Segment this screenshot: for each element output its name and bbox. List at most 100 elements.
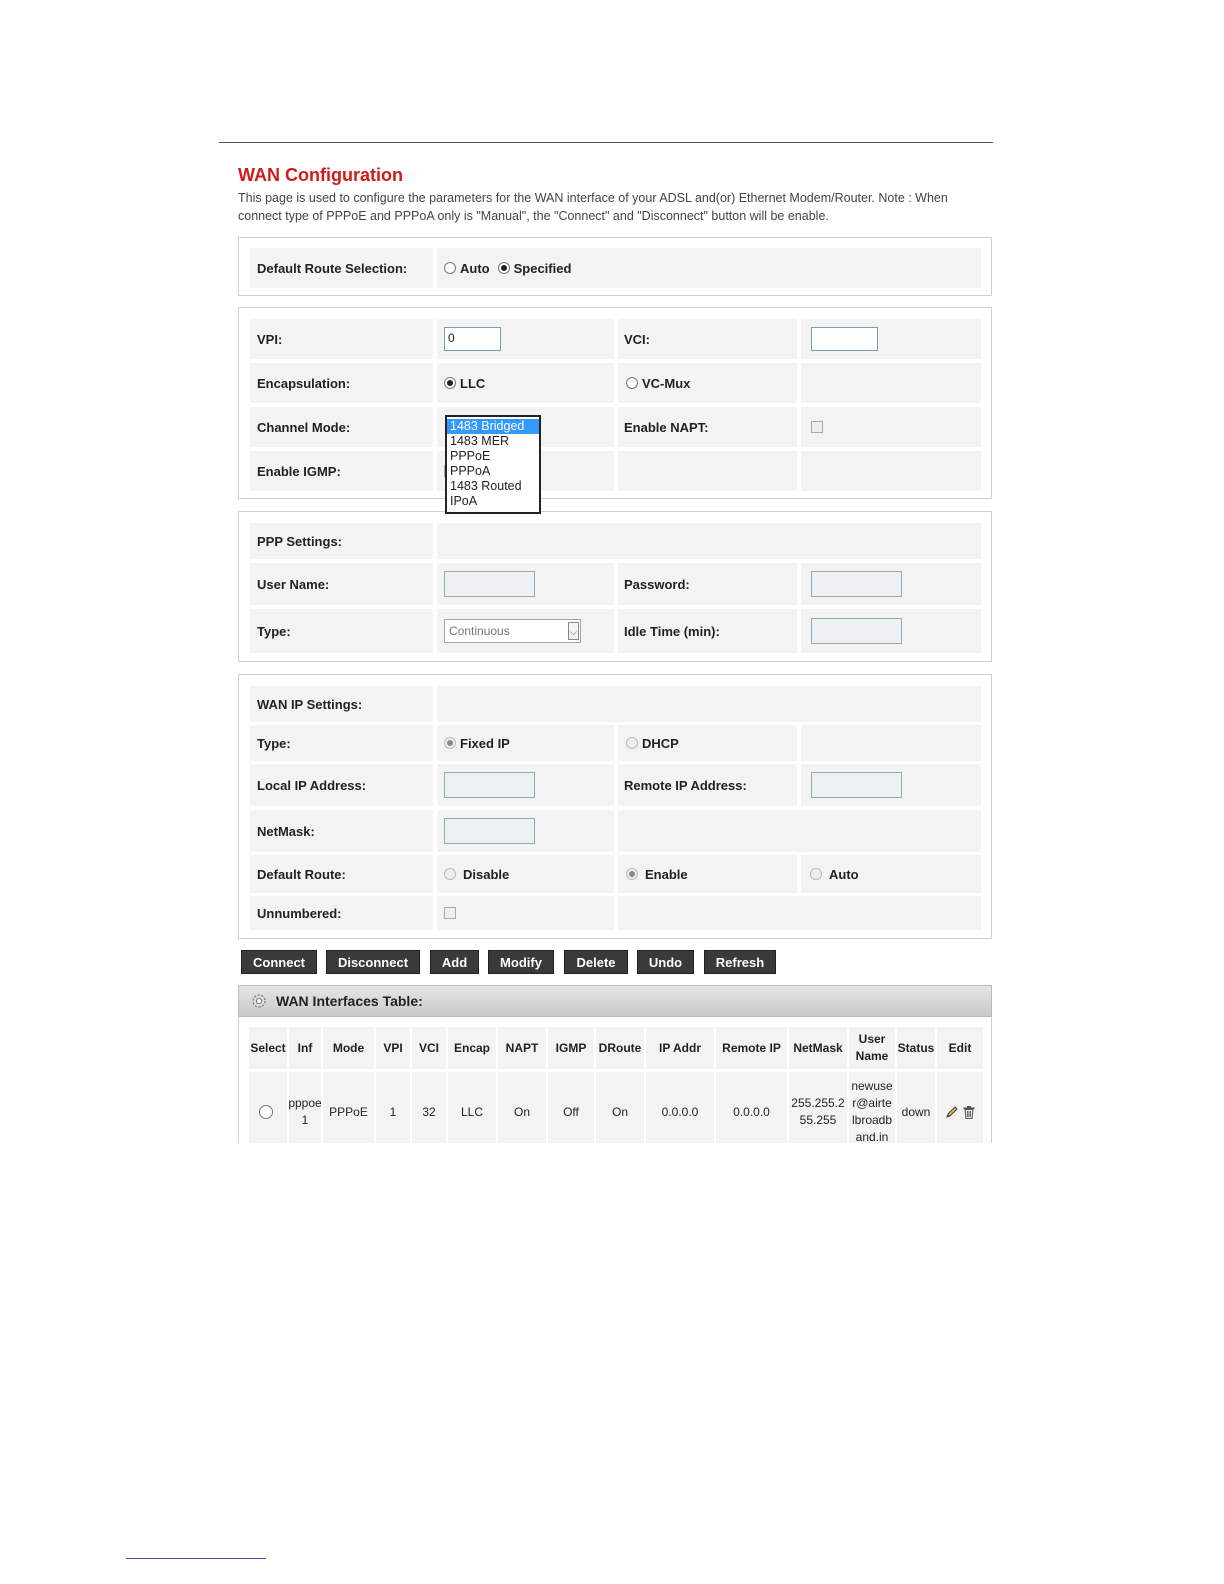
channel-mode-option[interactable]: PPPoA	[447, 464, 539, 479]
droute-enable-radio[interactable]	[626, 868, 638, 880]
table-cell: 0.0.0.0	[716, 1072, 787, 1143]
pencil-icon[interactable]	[945, 1105, 959, 1119]
droute-enable-label: Enable	[645, 866, 688, 882]
column-header: IGMP	[548, 1027, 594, 1069]
table-cell: Off	[548, 1072, 594, 1143]
default-route-label: Default Route:	[257, 866, 346, 882]
remote-ip-input[interactable]	[811, 772, 902, 798]
add-button[interactable]: Add	[430, 950, 479, 974]
channel-mode-dropdown[interactable]: 1483 Bridged 1483 MER PPPoE PPPoA 1483 R…	[445, 415, 541, 514]
default-route-specified-label: Specified	[513, 260, 572, 276]
ppp-username-label: User Name:	[257, 576, 330, 592]
wanip-type-row: Type: Fixed IP DHCP	[250, 725, 981, 761]
channel-panel: VPI: 0 VCI: Encapsulation: LLC VC-Mux Ch…	[238, 307, 992, 499]
chevron-down-icon: ⌵	[568, 622, 579, 640]
wanip-fixed-label: Fixed IP	[460, 735, 510, 751]
row-select-radio[interactable]	[259, 1105, 273, 1119]
enable-napt-checkbox[interactable]	[811, 421, 823, 433]
ppp-type-row: Type: Continuous ⌵ Idle Time (min):	[250, 609, 981, 653]
encap-llc-label: LLC	[460, 375, 486, 391]
enable-igmp-label: Enable IGMP:	[257, 463, 341, 479]
table-cell: PPPoE	[323, 1072, 374, 1143]
netmask-input[interactable]	[444, 818, 535, 844]
default-route-auto-radio[interactable]	[444, 262, 456, 274]
droute-disable-radio[interactable]	[444, 868, 456, 880]
encap-llc-radio[interactable]	[444, 377, 456, 389]
encap-vcmux-radio[interactable]	[626, 377, 638, 389]
ppp-type-value: Continuous	[449, 624, 510, 638]
droute-auto-radio[interactable]	[810, 868, 822, 880]
column-header: Inf	[289, 1027, 321, 1069]
idle-time-label: Idle Time (min):	[624, 623, 720, 639]
remote-ip-label: Remote IP Address:	[624, 777, 747, 793]
column-header: Mode	[323, 1027, 374, 1069]
ppp-password-input[interactable]	[811, 571, 902, 597]
channel-mode-label: Channel Mode:	[257, 419, 351, 435]
column-header: VCI	[412, 1027, 446, 1069]
wan-interfaces-table: Select Inf Mode VPI VCI Encap NAPT IGMP …	[238, 1017, 992, 1143]
netmask-row: NetMask:	[250, 810, 981, 852]
default-route-row: Default Route: Disable Enable Auto	[250, 855, 981, 893]
local-ip-label: Local IP Address:	[257, 777, 367, 793]
column-header: IP Addr	[646, 1027, 714, 1069]
connect-button[interactable]: Connect	[241, 950, 317, 974]
channel-mode-option[interactable]: 1483 Bridged	[447, 419, 539, 434]
table-cell: down	[897, 1072, 935, 1143]
refresh-button[interactable]: Refresh	[704, 950, 776, 974]
column-header: Edit	[937, 1027, 983, 1069]
wanip-section-label: WAN IP Settings:	[257, 696, 363, 712]
droute-auto-label: Auto	[829, 866, 859, 882]
channel-mode-row: Channel Mode: Enable NAPT:	[250, 407, 981, 447]
trash-icon[interactable]	[962, 1105, 976, 1120]
unnumbered-checkbox[interactable]	[444, 907, 456, 919]
column-header: Select	[249, 1027, 287, 1069]
wan-interfaces-table-title: WAN Interfaces Table:	[276, 993, 423, 1009]
ppp-type-label: Type:	[257, 623, 291, 639]
vpi-label: VPI:	[257, 331, 283, 347]
wan-configuration-page: WAN Configuration This page is used to c…	[219, 142, 993, 1143]
ppp-section-label: PPP Settings:	[257, 533, 343, 549]
delete-button[interactable]: Delete	[564, 950, 628, 974]
table-cell: On	[596, 1072, 644, 1143]
local-ip-input[interactable]	[444, 772, 535, 798]
modify-button[interactable]: Modify	[488, 950, 554, 974]
default-route-specified-radio[interactable]	[497, 262, 510, 274]
table-cell: 0.0.0.0	[646, 1072, 714, 1143]
ppp-type-select[interactable]: Continuous ⌵	[444, 619, 581, 643]
encapsulation-label: Encapsulation:	[257, 375, 351, 391]
vci-input[interactable]	[811, 327, 878, 351]
wan-interfaces-table-header: WAN Interfaces Table:	[238, 985, 992, 1017]
wanip-fixed-radio[interactable]	[444, 737, 456, 749]
undo-button[interactable]: Undo	[637, 950, 694, 974]
channel-mode-option[interactable]: PPPoE	[447, 449, 539, 464]
disconnect-button[interactable]: Disconnect	[326, 950, 420, 974]
vci-label: VCI:	[624, 331, 650, 347]
vpi-input[interactable]: 0	[444, 327, 501, 351]
column-header: NetMask	[789, 1027, 847, 1069]
unnumbered-row: Unnumbered:	[250, 896, 981, 930]
idle-time-input[interactable]	[811, 618, 902, 644]
channel-mode-option[interactable]: 1483 MER	[447, 434, 539, 449]
ppp-settings-panel: PPP Settings: User Name: Password: Type:…	[238, 511, 992, 662]
ppp-username-input[interactable]	[444, 571, 535, 597]
vpi-row: VPI: 0 VCI:	[250, 319, 981, 359]
wanip-dhcp-radio[interactable]	[626, 737, 638, 749]
table-row-select-cell	[249, 1072, 287, 1143]
table-cell: On	[498, 1072, 546, 1143]
table-cell: pppoe 1	[288, 1072, 322, 1143]
default-route-label: Default Route Selection:	[257, 260, 408, 276]
gear-icon	[250, 992, 268, 1010]
ppp-username-row: User Name: Password:	[250, 563, 981, 605]
table-cell: newuser@airtelbroadband.in	[849, 1072, 895, 1143]
wanip-type-label: Type:	[257, 735, 291, 751]
column-header: NAPT	[498, 1027, 546, 1069]
page-title: WAN Configuration	[238, 165, 403, 185]
column-header: Remote IP	[716, 1027, 787, 1069]
table-cell: 32	[412, 1072, 446, 1143]
channel-mode-option[interactable]: 1483 Routed	[447, 479, 539, 494]
default-route-row: Default Route Selection: Auto Specified	[250, 248, 981, 288]
default-route-auto-label: Auto	[460, 260, 490, 276]
ip-address-row: Local IP Address: Remote IP Address:	[250, 764, 981, 806]
table-cell: 255.255.255.255	[789, 1072, 847, 1143]
channel-mode-option[interactable]: IPoA	[447, 494, 539, 509]
